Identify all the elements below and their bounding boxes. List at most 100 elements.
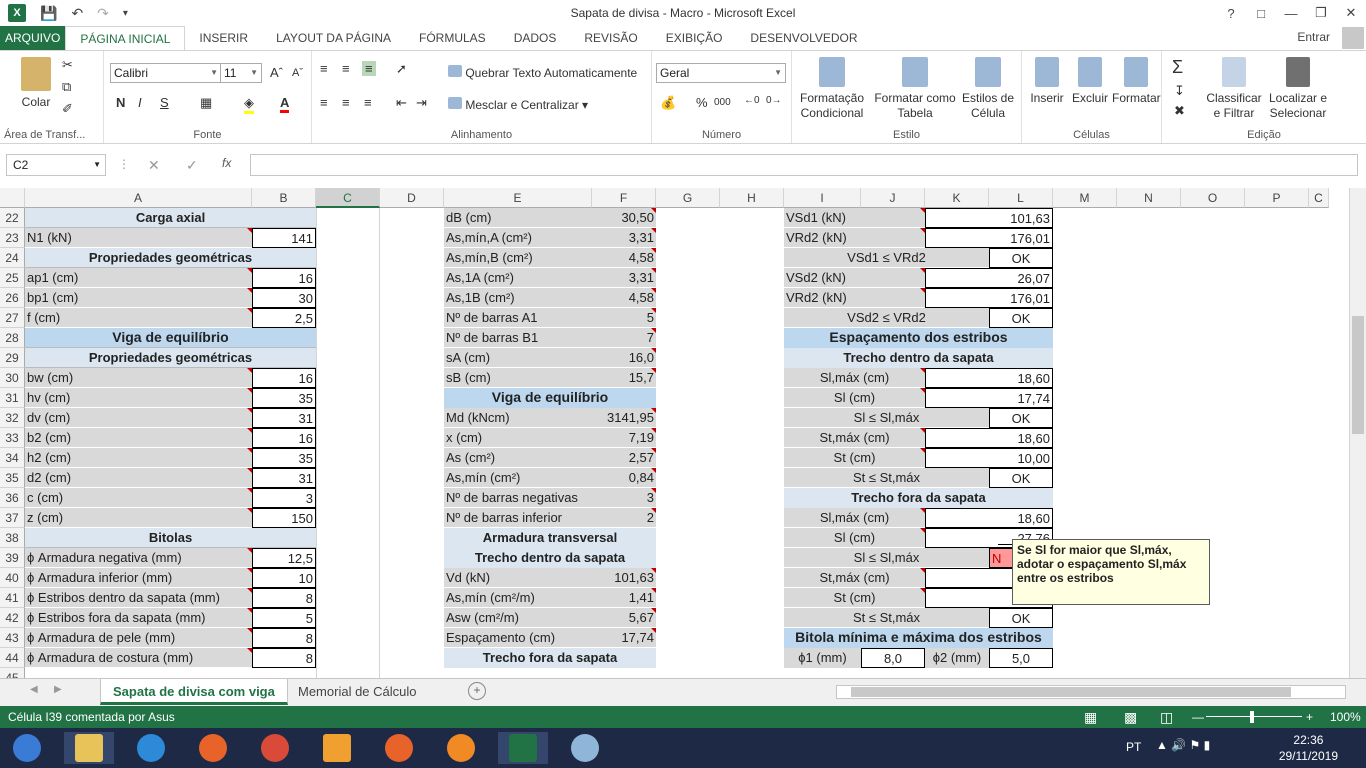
zoom-out-icon[interactable]: — — [1192, 706, 1204, 728]
value-cell[interactable]: 5,67 — [592, 608, 656, 628]
align-middle-icon[interactable]: ≡ — [342, 61, 350, 76]
redo-icon[interactable]: ↷ — [97, 5, 109, 22]
row-header[interactable]: 31 — [0, 388, 25, 408]
column-header[interactable]: L — [989, 188, 1053, 208]
name-box[interactable]: C2 ▼ — [6, 154, 106, 176]
find-select-button[interactable]: Localizar e Selecionar — [1266, 57, 1330, 121]
row-header[interactable]: 27 — [0, 308, 25, 328]
sheet-tab-sapata[interactable]: Sapata de divisa com viga — [100, 679, 288, 705]
label-cell[interactable]: As,mín (cm²) — [444, 468, 592, 488]
row-header[interactable]: 28 — [0, 328, 25, 348]
value-cell[interactable]: 0,84 — [592, 468, 656, 488]
align-center-icon[interactable]: ≡ — [342, 95, 350, 110]
column-header[interactable]: K — [925, 188, 989, 208]
label-cell[interactable]: ϕ Estribos dentro da sapata (mm) — [25, 588, 252, 608]
check-label-cell[interactable]: VSd1 ≤ VRd2 — [784, 248, 989, 268]
fill-color-icon[interactable]: ◈ — [244, 95, 254, 114]
value-cell[interactable]: 16,0 — [592, 348, 656, 368]
font-size-combo[interactable]: 11 ▼ — [220, 63, 262, 83]
value-cell[interactable]: 3 — [252, 488, 316, 508]
percent-button[interactable]: % — [696, 95, 708, 110]
label-cell[interactable]: Sl (cm) — [784, 528, 925, 548]
label-cell[interactable]: VRd2 (kN) — [784, 288, 925, 308]
label-cell[interactable]: d2 (cm) — [25, 468, 252, 488]
label-cell[interactable]: As,1B (cm²) — [444, 288, 592, 308]
value-cell[interactable]: 7,19 — [592, 428, 656, 448]
column-header[interactable]: C — [316, 188, 380, 208]
vertical-scrollbar[interactable] — [1349, 188, 1366, 678]
tab-exibicao[interactable]: EXIBIÇÃO — [652, 26, 737, 50]
value-cell[interactable]: 150 — [252, 508, 316, 528]
value-cell[interactable]: 17,74 — [592, 628, 656, 648]
format-table-button[interactable]: Formatar como Tabela — [872, 57, 958, 121]
row-header[interactable]: 25 — [0, 268, 25, 288]
column-header[interactable]: O — [1181, 188, 1245, 208]
taskbar-app[interactable] — [436, 732, 486, 764]
zoom-in-icon[interactable]: + — [1306, 706, 1313, 728]
section-header[interactable]: Viga de equilíbrio — [25, 328, 316, 348]
row-header[interactable]: 39 — [0, 548, 25, 568]
phi2-value[interactable]: 5,0 — [989, 648, 1053, 668]
section-header[interactable]: Trecho dentro da sapata — [784, 348, 1053, 368]
align-bottom-icon[interactable]: ≡ — [362, 61, 376, 76]
value-cell[interactable]: 176,01 — [925, 228, 1053, 248]
value-cell[interactable]: 35 — [252, 388, 316, 408]
font-color-icon[interactable]: A — [280, 95, 290, 113]
value-cell[interactable]: 10 — [252, 568, 316, 588]
normal-view-icon[interactable]: ▦ — [1084, 706, 1097, 728]
merge-center-button[interactable]: Mesclar e Centralizar ▾ — [448, 97, 588, 113]
label-cell[interactable]: VSd1 (kN) — [784, 208, 925, 228]
row-header[interactable]: 40 — [0, 568, 25, 588]
value-cell[interactable]: 2,5 — [252, 308, 316, 328]
label-cell[interactable]: ϕ Armadura negativa (mm) — [25, 548, 252, 568]
taskbar-paint[interactable] — [560, 732, 610, 764]
section-header[interactable]: Carga axial — [25, 208, 316, 228]
horizontal-scroll-thumb[interactable] — [851, 687, 1291, 697]
section-header[interactable]: Viga de equilíbrio — [444, 388, 656, 408]
zoom-level[interactable]: 100% — [1330, 706, 1361, 728]
value-cell[interactable]: 2,57 — [592, 448, 656, 468]
label-cell[interactable]: ϕ Armadura de pele (mm) — [25, 628, 252, 648]
section-header[interactable]: Propriedades geométricas — [25, 248, 316, 268]
section-header[interactable]: Propriedades geométricas — [25, 348, 316, 368]
increase-decimal-icon[interactable]: ←0 — [744, 95, 760, 106]
customize-qa-icon[interactable]: ▾ — [123, 8, 128, 19]
undo-icon[interactable]: ↶ — [71, 5, 83, 22]
close-icon[interactable]: ✕ — [1336, 0, 1366, 26]
value-cell[interactable]: 31 — [252, 408, 316, 428]
value-cell[interactable]: 8 — [252, 588, 316, 608]
language-indicator[interactable]: PT — [1126, 740, 1141, 754]
column-header[interactable]: N — [1117, 188, 1181, 208]
section-header[interactable]: Armadura transversal — [444, 528, 656, 548]
row-header[interactable]: 45 — [0, 668, 25, 678]
insert-button[interactable]: Inserir — [1026, 57, 1068, 106]
section-header[interactable]: Bitola mínima e máxima dos estribos — [784, 628, 1053, 648]
label-cell[interactable]: VRd2 (kN) — [784, 228, 925, 248]
label-cell[interactable]: As (cm²) — [444, 448, 592, 468]
taskbar-firefox-2[interactable] — [374, 732, 424, 764]
paste-button[interactable]: Colar — [16, 57, 56, 110]
column-header[interactable]: I — [784, 188, 861, 208]
row-header[interactable]: 24 — [0, 248, 25, 268]
format-painter-icon[interactable]: ✐ — [62, 101, 73, 117]
row-header[interactable]: 26 — [0, 288, 25, 308]
label-cell[interactable]: dB (cm) — [444, 208, 592, 228]
fill-icon[interactable]: ↧ — [1174, 83, 1185, 99]
value-cell[interactable]: 7 — [592, 328, 656, 348]
vertical-scroll-thumb[interactable] — [1352, 316, 1364, 434]
label-cell[interactable]: Nº de barras negativas — [444, 488, 592, 508]
label-cell[interactable]: sA (cm) — [444, 348, 592, 368]
label-cell[interactable]: Espaçamento (cm) — [444, 628, 592, 648]
tab-pagina-inicial[interactable]: PÁGINA INICIAL — [65, 26, 186, 50]
increase-indent-icon[interactable]: ⇥ — [416, 95, 427, 111]
tab-inserir[interactable]: INSERIR — [185, 26, 262, 50]
label-cell[interactable]: hv (cm) — [25, 388, 252, 408]
label-cell[interactable]: Asw (cm²/m) — [444, 608, 592, 628]
restore-icon[interactable]: ❐ — [1306, 0, 1336, 26]
taskbar-excel[interactable] — [498, 732, 548, 764]
thousands-button[interactable]: 000 — [714, 97, 731, 108]
cancel-entry-icon[interactable]: ✕ — [148, 157, 160, 174]
label-cell[interactable]: Vd (kN) — [444, 568, 592, 588]
minimize-icon[interactable]: — — [1276, 0, 1306, 26]
value-cell[interactable]: 12,5 — [252, 548, 316, 568]
